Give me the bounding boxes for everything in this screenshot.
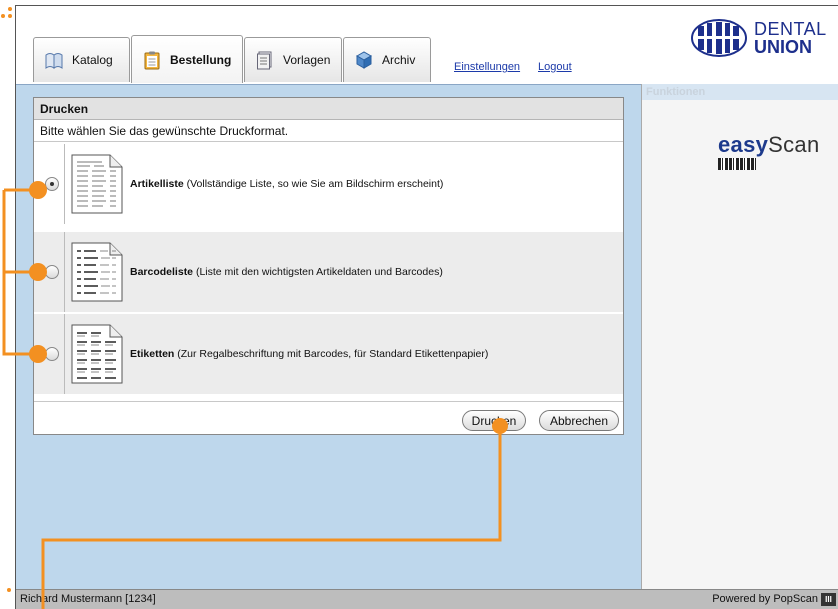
tab-label: Vorlagen xyxy=(283,53,331,67)
document-labels-icon xyxy=(71,324,123,384)
archive-box-icon xyxy=(355,51,373,69)
radio-cell xyxy=(34,232,65,312)
radio-barcodeliste[interactable] xyxy=(45,265,59,279)
easyscan-label-scan: Scan xyxy=(768,132,820,157)
dialog-title: Drucken xyxy=(34,98,623,120)
popscan-logo-icon: III xyxy=(821,593,836,606)
dental-union-emblem-icon xyxy=(691,19,747,57)
status-user: Richard Mustermann [1234] xyxy=(20,593,156,605)
radio-cell xyxy=(34,144,65,224)
radio-artikelliste[interactable] xyxy=(45,177,59,191)
tab-katalog[interactable]: Katalog xyxy=(33,37,130,82)
settings-link[interactable]: Einstellungen xyxy=(454,61,520,73)
cancel-button[interactable]: Abbrechen xyxy=(539,410,619,431)
logo-line2: UNION xyxy=(754,37,812,57)
print-button[interactable]: Drucken xyxy=(462,410,526,431)
logout-link[interactable]: Logout xyxy=(538,61,572,73)
document-barcode-list-icon xyxy=(71,242,123,302)
option-name: Barcodeliste xyxy=(130,266,194,278)
logo-line1: DENTAL xyxy=(754,19,827,39)
tab-vorlagen[interactable]: Vorlagen xyxy=(244,37,342,82)
option-desc: (Liste mit den wichtigsten Artikeldaten … xyxy=(193,266,443,278)
status-bar: Richard Mustermann [1234] Powered by Pop… xyxy=(16,589,838,609)
print-option-artikelliste[interactable]: Artikelliste (Vollständige Liste, so wie… xyxy=(34,144,623,224)
book-icon xyxy=(45,53,63,69)
functions-body: easyScan xyxy=(642,100,838,589)
option-text-barcodeliste: Barcodeliste (Liste mit den wichtigsten … xyxy=(130,266,443,278)
status-powered-by: Powered by PopScan xyxy=(712,593,818,605)
option-text-artikelliste: Artikelliste (Vollständige Liste, so wie… xyxy=(130,178,443,190)
annotation-dot xyxy=(8,14,12,18)
functions-title: Funktionen xyxy=(642,84,838,100)
tab-bestellung[interactable]: Bestellung xyxy=(131,35,243,83)
dialog-intro: Bitte wählen Sie das gewünschte Druckfor… xyxy=(34,120,623,142)
option-desc: (Vollständige Liste, so wie Sie am Bilds… xyxy=(183,178,444,190)
dental-union-logo: DENTAL UNION xyxy=(690,18,827,58)
annotation-dot xyxy=(1,14,5,18)
option-desc: (Zur Regalbeschriftung mit Barcodes, für… xyxy=(174,348,489,360)
annotation-dot xyxy=(7,588,11,592)
annotation-dot xyxy=(8,7,12,11)
barcode-icon xyxy=(718,158,756,170)
dialog-button-bar: Drucken Abbrechen xyxy=(34,401,623,434)
tab-label: Archiv xyxy=(382,53,416,67)
print-option-barcodeliste[interactable]: Barcodeliste (Liste mit den wichtigsten … xyxy=(34,232,623,312)
tab-archiv[interactable]: Archiv xyxy=(343,37,431,82)
clipboard-icon xyxy=(144,51,160,69)
tab-label: Katalog xyxy=(72,53,113,67)
option-text-etiketten: Etiketten (Zur Regalbeschriftung mit Bar… xyxy=(130,348,488,360)
radio-cell xyxy=(34,314,65,394)
tab-label: Bestellung xyxy=(170,52,232,67)
template-icon xyxy=(257,51,272,70)
document-list-icon xyxy=(71,154,123,214)
functions-panel: Funktionen easyScan xyxy=(641,84,838,589)
screenshot-stage: Katalog Bestellung Vorlagen Archiv Einst… xyxy=(0,0,838,609)
option-name: Artikelliste xyxy=(130,178,184,190)
print-dialog: Drucken Bitte wählen Sie das gewünschte … xyxy=(33,97,624,435)
radio-etiketten[interactable] xyxy=(45,347,59,361)
easyscan-button[interactable]: easyScan xyxy=(718,132,820,158)
easyscan-label-easy: easy xyxy=(718,132,769,157)
option-name: Etiketten xyxy=(130,348,175,360)
print-option-etiketten[interactable]: Etiketten (Zur Regalbeschriftung mit Bar… xyxy=(34,314,623,394)
